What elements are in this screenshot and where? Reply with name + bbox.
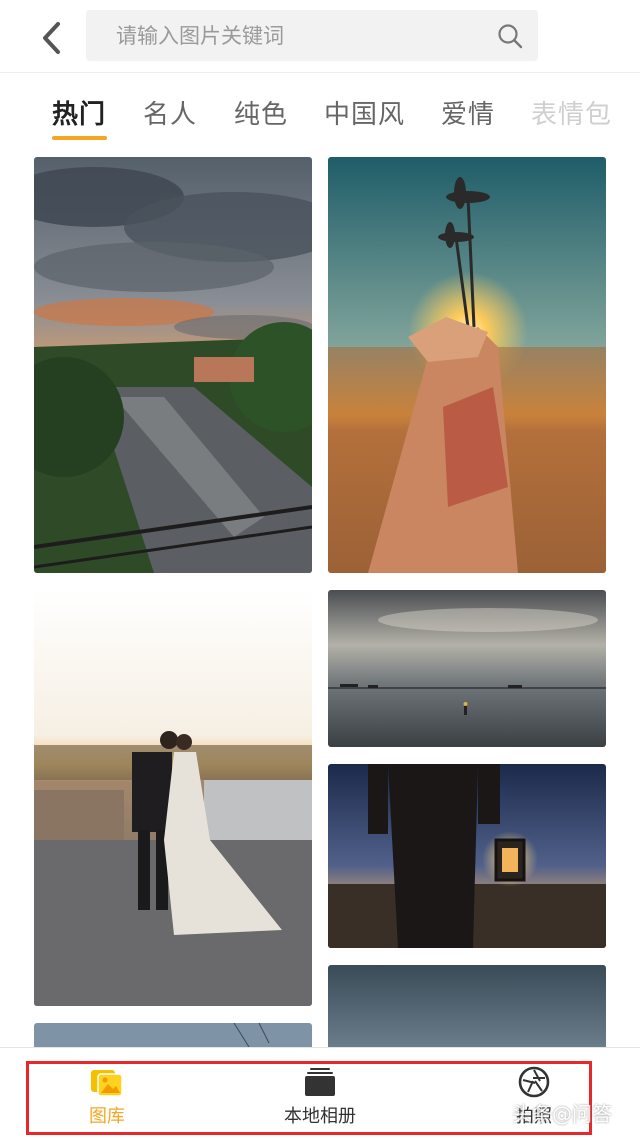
chevron-left-icon (43, 22, 60, 54)
search-icon[interactable] (496, 22, 524, 50)
nav-local-album[interactable]: 本地相册 (260, 1062, 380, 1132)
camera-shutter-icon (518, 1066, 550, 1098)
search-input[interactable] (86, 10, 516, 61)
image-sky-partial (34, 1023, 312, 1047)
album-icon (305, 1068, 335, 1096)
back-button[interactable] (28, 14, 78, 62)
image-sky-gradient (328, 965, 606, 1047)
tab-chinese-style[interactable]: 中国风 (324, 94, 405, 131)
image-tile-beach-hand[interactable] (328, 157, 606, 573)
tab-celebrity[interactable]: 名人 (143, 94, 197, 131)
image-tile-city-street[interactable] (34, 157, 312, 573)
nav-local-album-label: 本地相册 (284, 1106, 356, 1127)
image-tile-partial[interactable] (34, 1023, 312, 1047)
image-tile-sky[interactable] (328, 965, 606, 1047)
gallery-icon (91, 1070, 123, 1097)
tab-solid-color[interactable]: 纯色 (234, 94, 288, 131)
image-street-clouds (34, 157, 312, 573)
nav-gallery-label: 图库 (89, 1106, 125, 1127)
tab-hot[interactable]: 热门 (52, 94, 106, 131)
search-box (86, 10, 538, 61)
nav-gallery[interactable]: 图库 (47, 1062, 167, 1132)
category-tabs: 热门 名人 纯色 中国风 爱情 表情包 (0, 84, 640, 144)
image-calm-sea (328, 590, 606, 747)
watermark: 头条@问答 (512, 1102, 612, 1126)
tab-love[interactable]: 爱情 (441, 94, 495, 131)
image-tile-couple[interactable] (34, 590, 312, 1006)
image-tile-sea[interactable] (328, 590, 606, 747)
image-couple-sunset (34, 590, 312, 1006)
image-lantern-night (328, 764, 606, 948)
top-bar (0, 0, 640, 73)
tab-emoji[interactable]: 表情包 (531, 94, 612, 131)
image-tile-lantern[interactable] (328, 764, 606, 948)
image-beach-hand (328, 157, 606, 573)
active-tab-indicator (52, 136, 107, 140)
